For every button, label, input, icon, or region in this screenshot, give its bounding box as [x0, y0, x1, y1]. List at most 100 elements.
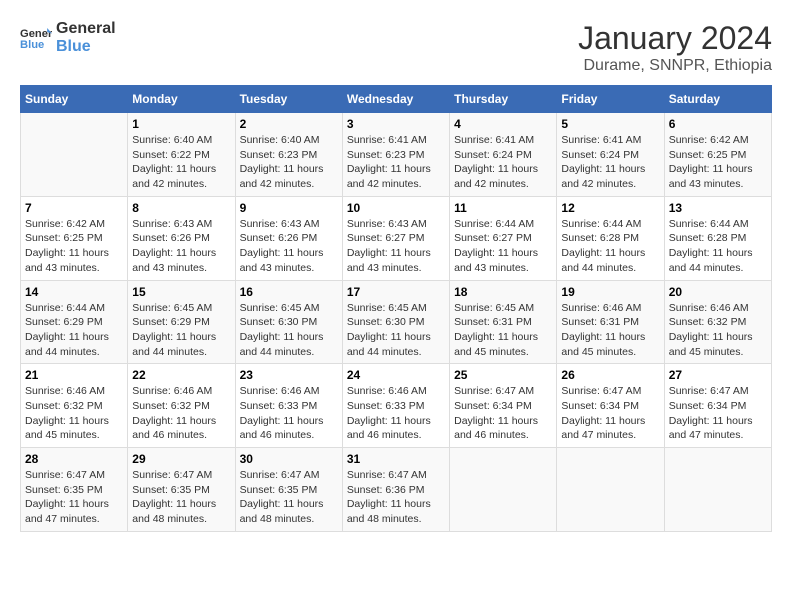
- day-info: Sunrise: 6:42 AMSunset: 6:25 PMDaylight:…: [669, 133, 767, 192]
- day-number: 27: [669, 368, 767, 382]
- day-number: 11: [454, 201, 552, 215]
- calendar-cell: 29 Sunrise: 6:47 AMSunset: 6:35 PMDayligh…: [128, 448, 235, 532]
- calendar-cell: [557, 448, 664, 532]
- day-header-thursday: Thursday: [450, 86, 557, 113]
- day-info: Sunrise: 6:46 AMSunset: 6:32 PMDaylight:…: [669, 301, 767, 360]
- day-number: 31: [347, 452, 445, 466]
- day-number: 9: [240, 201, 338, 215]
- week-row-4: 21Sunrise: 6:46 AMSunset: 6:32 PMDayligh…: [21, 364, 772, 448]
- calendar-cell: 2 Sunrise: 6:40 AMSunset: 6:23 PMDaylight…: [235, 113, 342, 197]
- day-number: 26: [561, 368, 659, 382]
- day-info: Sunrise: 6:46 AMSunset: 6:31 PMDaylight:…: [561, 301, 659, 360]
- calendar-cell: 28 Sunrise: 6:47 AMSunset: 6:35 PMDayligh…: [21, 448, 128, 532]
- day-header-friday: Friday: [557, 86, 664, 113]
- day-number: 17: [347, 285, 445, 299]
- logo-icon: General Blue: [20, 24, 52, 52]
- calendar-cell: 20Sunrise: 6:46 AMSunset: 6:32 PMDayligh…: [664, 280, 771, 364]
- day-number: 30: [240, 452, 338, 466]
- day-number: 13: [669, 201, 767, 215]
- day-info: Sunrise: 6:45 AMSunset: 6:29 PMDaylight:…: [132, 301, 230, 360]
- day-info: Sunrise: 6:47 AMSunset: 6:35 PMDaylight:…: [240, 468, 338, 527]
- calendar-cell: 7 Sunrise: 6:42 AMSunset: 6:25 PMDaylight…: [21, 196, 128, 280]
- day-info: Sunrise: 6:43 AMSunset: 6:27 PMDaylight:…: [347, 217, 445, 276]
- title-block: January 2024 Durame, SNNPR, Ethiopia: [578, 20, 772, 75]
- calendar-cell: 10 Sunrise: 6:43 AMSunset: 6:27 PMDayligh…: [342, 196, 449, 280]
- subtitle: Durame, SNNPR, Ethiopia: [578, 57, 772, 75]
- day-number: 14: [25, 285, 123, 299]
- day-info: Sunrise: 6:47 AMSunset: 6:35 PMDaylight:…: [25, 468, 123, 527]
- calendar-cell: 6Sunrise: 6:42 AMSunset: 6:25 PMDaylight…: [664, 113, 771, 197]
- day-info: Sunrise: 6:44 AMSunset: 6:28 PMDaylight:…: [669, 217, 767, 276]
- day-number: 29: [132, 452, 230, 466]
- day-number: 4: [454, 117, 552, 131]
- day-info: Sunrise: 6:43 AMSunset: 6:26 PMDaylight:…: [132, 217, 230, 276]
- calendar-cell: 3 Sunrise: 6:41 AMSunset: 6:23 PMDaylight…: [342, 113, 449, 197]
- calendar-cell: 27 Sunrise: 6:47 AMSunset: 6:34 PMDayligh…: [664, 364, 771, 448]
- calendar-cell: 22 Sunrise: 6:46 AMSunset: 6:32 PMDayligh…: [128, 364, 235, 448]
- calendar-cell: 8 Sunrise: 6:43 AMSunset: 6:26 PMDaylight…: [128, 196, 235, 280]
- day-info: Sunrise: 6:44 AMSunset: 6:29 PMDaylight:…: [25, 301, 123, 360]
- calendar-cell: 19 Sunrise: 6:46 AMSunset: 6:31 PMDayligh…: [557, 280, 664, 364]
- logo: General Blue General Blue: [20, 20, 116, 55]
- day-info: Sunrise: 6:44 AMSunset: 6:28 PMDaylight:…: [561, 217, 659, 276]
- day-info: Sunrise: 6:40 AMSunset: 6:22 PMDaylight:…: [132, 133, 230, 192]
- calendar-cell: 16Sunrise: 6:45 AMSunset: 6:30 PMDayligh…: [235, 280, 342, 364]
- day-info: Sunrise: 6:41 AMSunset: 6:24 PMDaylight:…: [561, 133, 659, 192]
- day-info: Sunrise: 6:40 AMSunset: 6:23 PMDaylight:…: [240, 133, 338, 192]
- calendar-cell: 21Sunrise: 6:46 AMSunset: 6:32 PMDayligh…: [21, 364, 128, 448]
- calendar-header-row: SundayMondayTuesdayWednesdayThursdayFrid…: [21, 86, 772, 113]
- day-number: 19: [561, 285, 659, 299]
- day-header-tuesday: Tuesday: [235, 86, 342, 113]
- day-number: 3: [347, 117, 445, 131]
- calendar-cell: [21, 113, 128, 197]
- day-number: 23: [240, 368, 338, 382]
- day-number: 10: [347, 201, 445, 215]
- calendar-cell: 1Sunrise: 6:40 AMSunset: 6:22 PMDaylight…: [128, 113, 235, 197]
- day-header-wednesday: Wednesday: [342, 86, 449, 113]
- week-row-3: 14 Sunrise: 6:44 AMSunset: 6:29 PMDayligh…: [21, 280, 772, 364]
- main-title: January 2024: [578, 20, 772, 57]
- calendar-cell: 26 Sunrise: 6:47 AMSunset: 6:34 PMDayligh…: [557, 364, 664, 448]
- calendar-cell: 17 Sunrise: 6:45 AMSunset: 6:30 PMDayligh…: [342, 280, 449, 364]
- day-info: Sunrise: 6:45 AMSunset: 6:31 PMDaylight:…: [454, 301, 552, 360]
- day-info: Sunrise: 6:41 AMSunset: 6:23 PMDaylight:…: [347, 133, 445, 192]
- day-number: 24: [347, 368, 445, 382]
- calendar-cell: 23Sunrise: 6:46 AMSunset: 6:33 PMDayligh…: [235, 364, 342, 448]
- day-number: 2: [240, 117, 338, 131]
- calendar-cell: 13 Sunrise: 6:44 AMSunset: 6:28 PMDayligh…: [664, 196, 771, 280]
- week-row-5: 28 Sunrise: 6:47 AMSunset: 6:35 PMDayligh…: [21, 448, 772, 532]
- calendar-cell: 30 Sunrise: 6:47 AMSunset: 6:35 PMDayligh…: [235, 448, 342, 532]
- week-row-1: 1Sunrise: 6:40 AMSunset: 6:22 PMDaylight…: [21, 113, 772, 197]
- day-info: Sunrise: 6:45 AMSunset: 6:30 PMDaylight:…: [240, 301, 338, 360]
- day-number: 8: [132, 201, 230, 215]
- day-info: Sunrise: 6:47 AMSunset: 6:34 PMDaylight:…: [454, 384, 552, 443]
- calendar-cell: 25 Sunrise: 6:47 AMSunset: 6:34 PMDayligh…: [450, 364, 557, 448]
- calendar-cell: 4Sunrise: 6:41 AMSunset: 6:24 PMDaylight…: [450, 113, 557, 197]
- day-number: 7: [25, 201, 123, 215]
- day-info: Sunrise: 6:47 AMSunset: 6:34 PMDaylight:…: [669, 384, 767, 443]
- day-header-monday: Monday: [128, 86, 235, 113]
- day-number: 28: [25, 452, 123, 466]
- day-header-saturday: Saturday: [664, 86, 771, 113]
- day-number: 22: [132, 368, 230, 382]
- day-info: Sunrise: 6:46 AMSunset: 6:33 PMDaylight:…: [347, 384, 445, 443]
- day-number: 12: [561, 201, 659, 215]
- day-header-sunday: Sunday: [21, 86, 128, 113]
- day-number: 25: [454, 368, 552, 382]
- day-number: 5: [561, 117, 659, 131]
- day-info: Sunrise: 6:43 AMSunset: 6:26 PMDaylight:…: [240, 217, 338, 276]
- day-info: Sunrise: 6:47 AMSunset: 6:35 PMDaylight:…: [132, 468, 230, 527]
- calendar-cell: 12 Sunrise: 6:44 AMSunset: 6:28 PMDayligh…: [557, 196, 664, 280]
- day-info: Sunrise: 6:42 AMSunset: 6:25 PMDaylight:…: [25, 217, 123, 276]
- day-info: Sunrise: 6:44 AMSunset: 6:27 PMDaylight:…: [454, 217, 552, 276]
- calendar-cell: [664, 448, 771, 532]
- day-info: Sunrise: 6:45 AMSunset: 6:30 PMDaylight:…: [347, 301, 445, 360]
- calendar-table: SundayMondayTuesdayWednesdayThursdayFrid…: [20, 85, 772, 532]
- calendar-cell: 11 Sunrise: 6:44 AMSunset: 6:27 PMDayligh…: [450, 196, 557, 280]
- calendar-cell: 31Sunrise: 6:47 AMSunset: 6:36 PMDayligh…: [342, 448, 449, 532]
- calendar-cell: 24 Sunrise: 6:46 AMSunset: 6:33 PMDayligh…: [342, 364, 449, 448]
- calendar-cell: 15Sunrise: 6:45 AMSunset: 6:29 PMDayligh…: [128, 280, 235, 364]
- calendar-cell: 5 Sunrise: 6:41 AMSunset: 6:24 PMDaylight…: [557, 113, 664, 197]
- day-info: Sunrise: 6:47 AMSunset: 6:34 PMDaylight:…: [561, 384, 659, 443]
- day-info: Sunrise: 6:46 AMSunset: 6:32 PMDaylight:…: [132, 384, 230, 443]
